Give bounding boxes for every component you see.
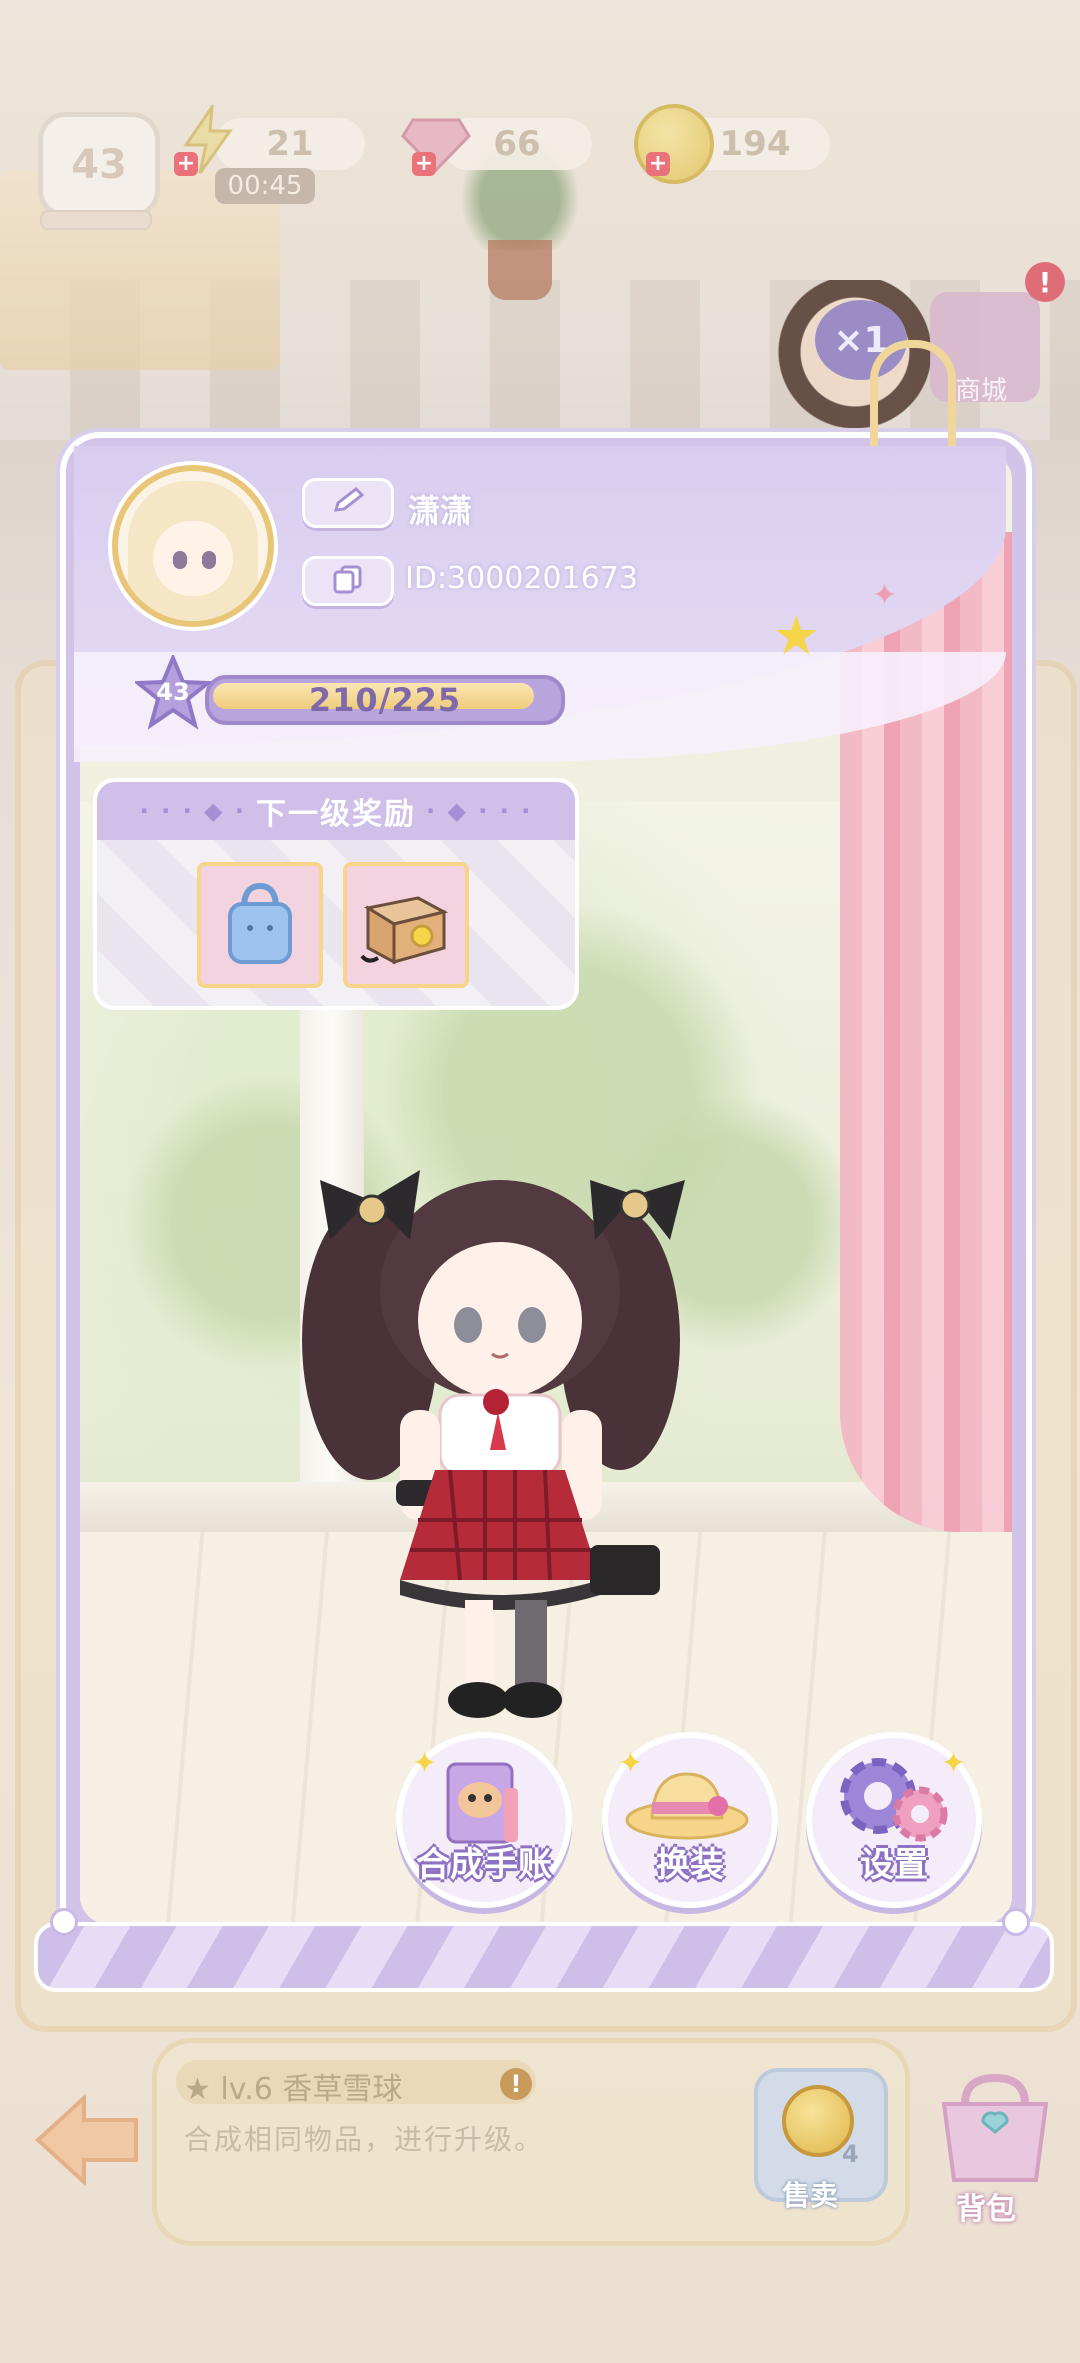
reward-title: 下一级奖励: [256, 797, 416, 832]
add-coins-button[interactable]: +: [646, 152, 670, 176]
panel-bottom-bar: [34, 1922, 1054, 1992]
copy-id-button[interactable]: [302, 556, 394, 606]
sparkle-icon: ✦: [412, 1746, 438, 1781]
backpack-label: 背包: [956, 2192, 1016, 2227]
add-energy-button[interactable]: +: [174, 152, 198, 176]
energy-timer: 00:45: [215, 168, 315, 204]
avatar-eye: [202, 551, 216, 569]
next-level-reward-card: · · · ◆ · 下一级奖励 · ◆ · · ·: [93, 778, 579, 1010]
settings-button[interactable]: ✦ 设置: [806, 1732, 982, 1908]
shop-label: 商城: [955, 376, 1008, 406]
hud-xp-bar: [40, 210, 152, 230]
sparkle-pink-icon: ✦: [872, 578, 898, 613]
diamond-deco-icon: · · · ◆ ·: [139, 797, 246, 825]
copy-icon: [330, 564, 366, 598]
dress-up-label: 换装: [656, 1845, 724, 1885]
gem-icon: [400, 108, 472, 180]
reward-card-header: · · · ◆ · 下一级奖励 · ◆ · · ·: [97, 782, 575, 840]
player-id: ID:3000201673: [405, 561, 638, 596]
avatar[interactable]: [112, 465, 274, 627]
corner-rivet: [50, 1908, 78, 1936]
backpack-button[interactable]: [930, 2070, 1060, 2200]
back-arrow-button[interactable]: [34, 2090, 142, 2190]
energy-value: 21: [266, 124, 314, 164]
settings-label: 设置: [860, 1845, 928, 1885]
player-name: 潇潇: [408, 492, 473, 530]
xp-progress-text: 210/225: [308, 681, 462, 719]
energy-timer-text: 00:45: [227, 171, 303, 201]
dressed-character[interactable]: [300, 1140, 720, 1740]
sell-price: 4: [842, 2140, 859, 2168]
cardboard-box-icon: [358, 878, 454, 972]
background-plant-pot: [488, 240, 552, 300]
gem-value: 66: [493, 124, 541, 164]
pencil-icon: [328, 486, 368, 520]
avatar-eye: [173, 551, 187, 569]
add-gems-button[interactable]: +: [412, 152, 436, 176]
blue-bag-icon: [220, 878, 300, 972]
sell-label: 售卖: [782, 2179, 839, 2212]
item-description: 合成相同物品，进行升级。: [184, 2123, 545, 2156]
player-level-badge[interactable]: 43: [38, 112, 160, 218]
reward-item-bag[interactable]: [197, 862, 323, 988]
coin-value: 194: [719, 124, 791, 164]
reward-item-box[interactable]: [343, 862, 469, 988]
hat-icon: [622, 1764, 752, 1848]
sparkle-star-icon: ★: [772, 604, 821, 667]
merge-notebook-label: 合成手账: [416, 1845, 552, 1885]
item-title-text: lv.6 香草雪球: [220, 2072, 403, 2107]
diamond-deco-icon: · ◆ · · ·: [426, 797, 533, 825]
item-info-button[interactable]: !: [500, 2068, 532, 2100]
level-number: 43: [156, 678, 190, 706]
player-level-text: 43: [71, 142, 127, 188]
xp-progress-bar: 210/225: [205, 675, 565, 725]
edit-name-button[interactable]: [302, 478, 394, 528]
shop-alert-badge: !: [1025, 262, 1065, 302]
dress-up-button[interactable]: ✦ 换装: [602, 1732, 778, 1908]
shop-alert-text: !: [1038, 265, 1052, 299]
merge-notebook-button[interactable]: ✦ 合成手账: [396, 1732, 572, 1908]
star-icon: ★: [184, 2072, 221, 2107]
item-title: ★ lv.6 香草雪球: [184, 2064, 402, 2108]
avatar-face: [153, 521, 233, 596]
item-info-alert-text: !: [510, 2070, 522, 2098]
corner-rivet: [1002, 1908, 1030, 1936]
